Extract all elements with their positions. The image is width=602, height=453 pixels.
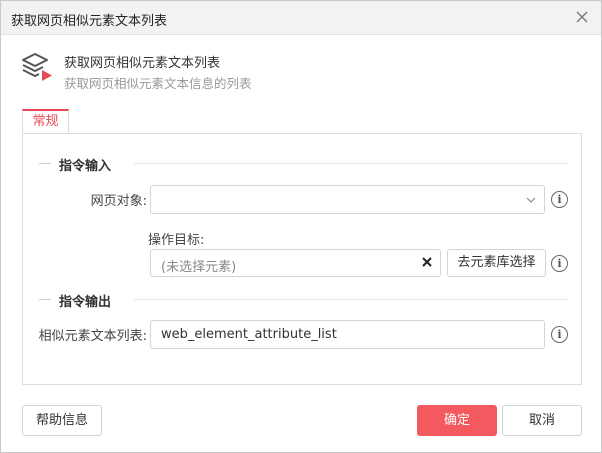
web-object-info-icon[interactable]: i: [551, 191, 568, 208]
ok-button[interactable]: 确定: [417, 405, 497, 436]
result-list-label: 相似元素文本列表:: [38, 329, 147, 344]
section-input-label: 指令输入: [59, 159, 112, 174]
settings-panel: 指令输入 网页对象: i 操作目标: (未选择元素) 去元素库选择 i 指令输出…: [22, 133, 582, 385]
clear-icon[interactable]: [420, 255, 434, 269]
title-bar: 获取网页相似元素文本列表: [1, 1, 601, 35]
cancel-button[interactable]: 取消: [502, 405, 582, 436]
web-object-label: 网页对象:: [90, 194, 147, 209]
web-object-select[interactable]: [150, 185, 545, 214]
section-divider: [134, 163, 569, 164]
target-input[interactable]: (未选择元素): [150, 249, 441, 277]
header-subtitle: 获取网页相似元素文本信息的列表: [64, 76, 252, 91]
chevron-down-icon: [526, 197, 536, 203]
target-info-icon[interactable]: i: [551, 255, 568, 272]
window-title: 获取网页相似元素文本列表: [11, 14, 168, 29]
layers-arrow-icon: [22, 53, 52, 81]
tab-general[interactable]: 常规: [22, 109, 69, 134]
dialog: 获取网页相似元素文本列表 获取网页相似元素文本列表 获取网页相似元素文本信息的列…: [0, 0, 602, 453]
section-output-header: 指令输出: [39, 290, 569, 310]
header-title: 获取网页相似元素文本列表: [64, 56, 221, 71]
help-button[interactable]: 帮助信息: [22, 405, 102, 436]
section-input-header: 指令输入: [39, 154, 569, 174]
result-variable-value: web_element_attribute_list: [161, 327, 337, 342]
result-variable-input[interactable]: web_element_attribute_list: [150, 320, 545, 349]
section-dash: [39, 163, 51, 164]
section-divider: [134, 299, 569, 300]
target-placeholder: (未选择元素): [161, 260, 237, 275]
result-info-icon[interactable]: i: [551, 326, 568, 343]
target-label: 操作目标:: [148, 233, 205, 248]
close-icon[interactable]: [575, 10, 589, 24]
section-dash: [39, 299, 51, 300]
element-library-button[interactable]: 去元素库选择: [447, 249, 546, 277]
section-output-label: 指令输出: [59, 295, 112, 310]
